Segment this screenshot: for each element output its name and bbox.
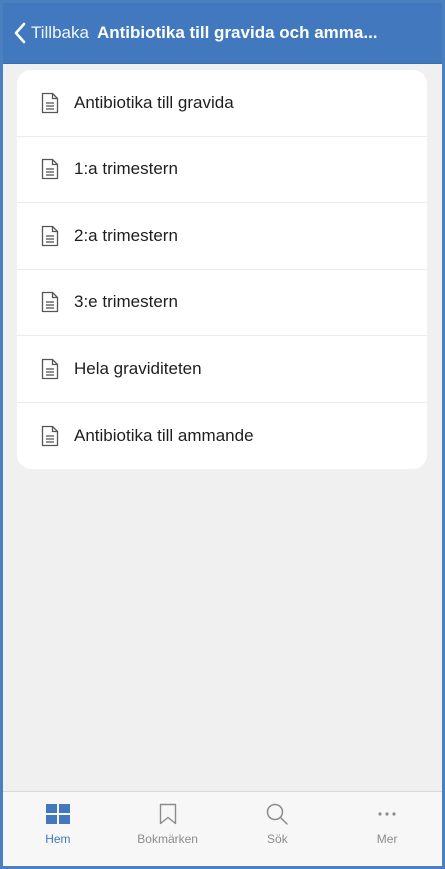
more-icon bbox=[378, 812, 396, 816]
back-label: Tillbaka bbox=[31, 23, 89, 42]
tab-sok[interactable]: Sök bbox=[223, 792, 333, 866]
page-title: Antibiotika till gravida och amma... bbox=[96, 23, 378, 42]
document-icon bbox=[41, 292, 59, 313]
search-icon bbox=[267, 803, 289, 825]
list-item-label: 3:e trimestern bbox=[74, 292, 178, 312]
grid-icon bbox=[45, 804, 70, 824]
tab-label: Mer bbox=[376, 832, 398, 846]
list-item-label: 2:a trimestern bbox=[74, 225, 178, 245]
list-item[interactable]: Antibiotika till gravida bbox=[17, 70, 427, 137]
document-icon bbox=[41, 92, 59, 113]
tab-label: Sök bbox=[267, 832, 288, 846]
tab-label: Bokmärken bbox=[137, 832, 198, 846]
chevron-left-icon bbox=[14, 22, 26, 44]
document-icon bbox=[41, 159, 59, 180]
list-item-label: Antibiotika till gravida bbox=[74, 92, 234, 112]
document-icon bbox=[41, 358, 59, 379]
list-item[interactable]: 2:a trimestern bbox=[17, 203, 427, 270]
list-item[interactable]: Antibiotika till ammande bbox=[17, 403, 427, 470]
tab-mer[interactable]: Mer bbox=[332, 792, 442, 866]
tab-hem[interactable]: Hem bbox=[3, 792, 113, 866]
list-item[interactable]: Hela graviditeten bbox=[17, 336, 427, 403]
tab-bokmarken[interactable]: Bokmärken bbox=[113, 792, 223, 866]
back-button[interactable]: Tillbaka bbox=[13, 22, 89, 44]
list-item-label: Hela graviditeten bbox=[74, 358, 202, 378]
nav-header: Tillbaka Antibiotika till gravida och am… bbox=[3, 3, 442, 64]
tab-bar: Hem Bokmärken Sök Mer bbox=[3, 791, 442, 866]
list-item[interactable]: 1:a trimestern bbox=[17, 137, 427, 203]
bookmark-icon bbox=[159, 803, 176, 825]
document-icon bbox=[41, 425, 59, 446]
app-window: Tillbaka Antibiotika till gravida och am… bbox=[3, 3, 442, 866]
tab-label: Hem bbox=[45, 832, 71, 846]
list-item-label: 1:a trimestern bbox=[74, 159, 178, 179]
list-item-label: Antibiotika till ammande bbox=[74, 425, 254, 445]
document-icon bbox=[41, 225, 59, 246]
document-list: Antibiotika till gravida 1:a trimestern … bbox=[17, 70, 427, 469]
list-item[interactable]: 3:e trimestern bbox=[17, 270, 427, 336]
